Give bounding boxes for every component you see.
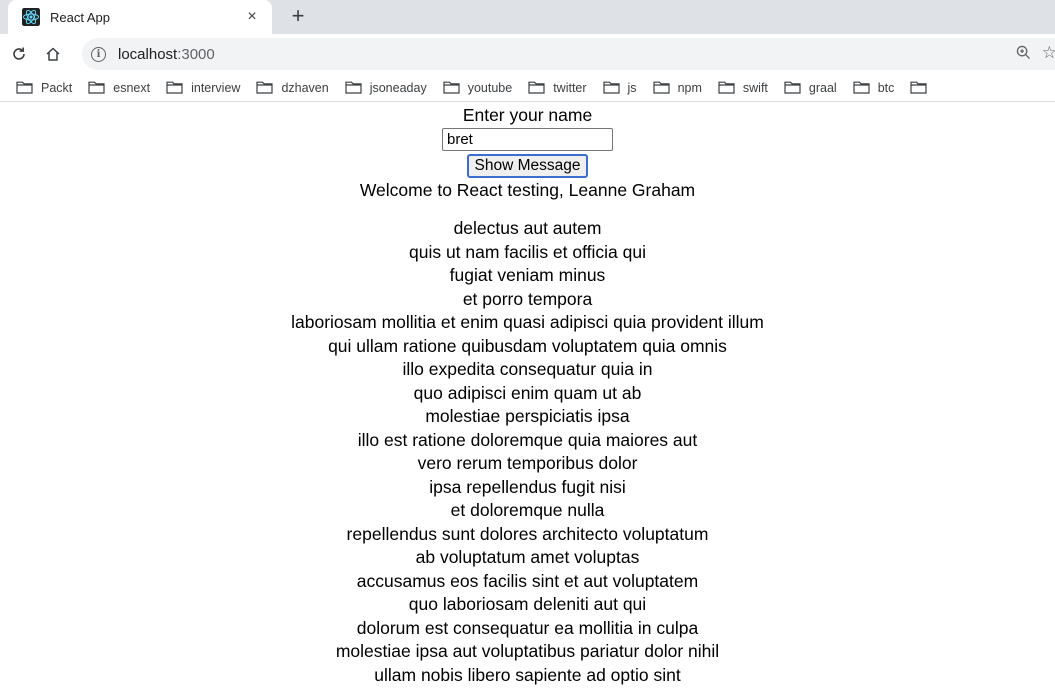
bookmark-label: graal	[808, 80, 837, 95]
bookmark-star-icon[interactable]: ☆	[1042, 43, 1055, 63]
home-icon[interactable]	[42, 43, 64, 65]
bookmarks-bar: Packt esnext interview dzhaven jsoneaday yout…	[0, 74, 1055, 102]
welcome-message: Welcome to React testing, Leanne Graham	[359, 180, 696, 200]
bookmark-folder[interactable]: youtube	[443, 81, 512, 95]
folder-icon	[443, 81, 460, 94]
todo-item: quo adipisci enim quam ut ab	[413, 382, 642, 403]
address-bar[interactable]: i localhost:3000 ☆	[82, 38, 1055, 70]
zoom-icon[interactable]	[1016, 45, 1031, 64]
todo-item: et doloremque nulla	[450, 500, 605, 520]
folder-icon	[718, 81, 735, 94]
folder-icon	[652, 81, 670, 94]
todo-item: molestiae perspiciatis ipsa	[425, 406, 630, 426]
todo-item: dolorum est consequatur ea mollitia in c…	[356, 617, 699, 638]
folder-icon	[256, 81, 274, 94]
bookmark-label: npm	[677, 80, 702, 95]
todo-item: ab voluptatum amet voluptas	[415, 547, 640, 567]
todo-item: illo expedita consequatur quia in	[402, 359, 653, 379]
todo-item: et porro tempora	[462, 288, 593, 309]
bookmark-folder[interactable]: esnext	[88, 81, 150, 95]
browser-toolbar: i localhost:3000 ☆	[0, 34, 1055, 74]
folder-icon	[88, 81, 105, 94]
bookmark-label: jsoneaday	[369, 80, 427, 95]
todo-item: ullam nobis libero sapiente ad optio sin…	[374, 664, 681, 685]
folder-icon	[166, 81, 183, 94]
todo-item: accusamus eos facilis sint et aut volupt…	[356, 570, 699, 591]
bookmark-label: Packt	[41, 80, 73, 95]
bookmark-folder[interactable]	[910, 81, 935, 94]
tab-title: React App	[50, 9, 110, 25]
name-label: Enter your name	[462, 105, 593, 125]
close-tab-icon[interactable]: ×	[244, 8, 260, 26]
bookmark-label: swift	[742, 80, 768, 95]
bookmark-folder[interactable]: btc	[853, 80, 895, 95]
tab-strip: React App × +	[0, 0, 1055, 34]
todo-item: fugiat veniam minus	[449, 265, 606, 285]
todo-item: vero rerum temporibus dolor	[417, 453, 638, 473]
bookmark-label: twitter	[553, 80, 587, 95]
app-root: Enter your name Show Message Welcome to …	[0, 102, 1055, 687]
react-logo-icon	[22, 8, 40, 26]
todo-item: repellendus sunt dolores architecto volu…	[346, 523, 709, 544]
todo-list: delectus aut autem quis ut nam facilis et…	[0, 217, 1055, 687]
bookmark-folder[interactable]: js	[602, 80, 637, 95]
site-info-icon[interactable]: i	[91, 46, 106, 62]
todo-item: quis ut nam facilis et officia qui	[408, 241, 647, 262]
bookmark-label: js	[627, 80, 637, 95]
folder-icon	[602, 81, 620, 94]
bookmark-folder[interactable]: jsoneaday	[345, 81, 427, 95]
todo-item: quo laboriosam deleniti aut qui	[408, 594, 647, 614]
todo-item: laboriosam mollitia et enim quasi adipis…	[291, 312, 764, 332]
folder-icon	[16, 81, 33, 94]
bookmark-folder[interactable]: Packt	[16, 81, 72, 95]
name-input[interactable]	[442, 128, 613, 151]
folder-icon	[910, 81, 927, 94]
url-text: localhost:3000	[118, 45, 215, 63]
browser-chrome: React App × + i localhost:3000 ☆ Packt es…	[0, 0, 1055, 102]
todo-item: illo est ratione doloremque quia maiores…	[357, 429, 698, 450]
bookmark-folder[interactable]: dzhaven	[256, 80, 329, 95]
todo-item: ipsa repellendus fugit nisi	[429, 476, 626, 497]
bookmark-folder[interactable]: swift	[718, 81, 768, 95]
folder-icon	[853, 81, 870, 94]
todo-item: qui ullam ratione quibusdam voluptatem q…	[328, 335, 727, 356]
bookmark-label: youtube	[467, 80, 513, 95]
folder-icon	[784, 81, 801, 94]
show-message-button[interactable]: Show Message	[466, 154, 589, 178]
bookmark-label: btc	[877, 80, 895, 95]
bookmark-folder[interactable]: twitter	[528, 80, 587, 95]
bookmark-folder[interactable]: graal	[784, 81, 837, 95]
reload-icon[interactable]	[8, 43, 30, 65]
bookmark-label: esnext	[113, 80, 151, 95]
folder-icon	[528, 81, 545, 94]
bookmark-label: interview	[191, 80, 241, 95]
todo-item: delectus aut autem	[453, 218, 602, 238]
browser-tab[interactable]: React App ×	[8, 0, 272, 34]
bookmark-folder[interactable]: interview	[166, 81, 240, 95]
new-tab-button[interactable]: +	[286, 4, 310, 28]
bookmark-label: dzhaven	[281, 80, 329, 95]
bookmark-folder[interactable]: npm	[652, 80, 702, 95]
folder-icon	[345, 81, 362, 94]
todo-item: molestiae ipsa aut voluptatibus pariatur…	[335, 641, 720, 661]
